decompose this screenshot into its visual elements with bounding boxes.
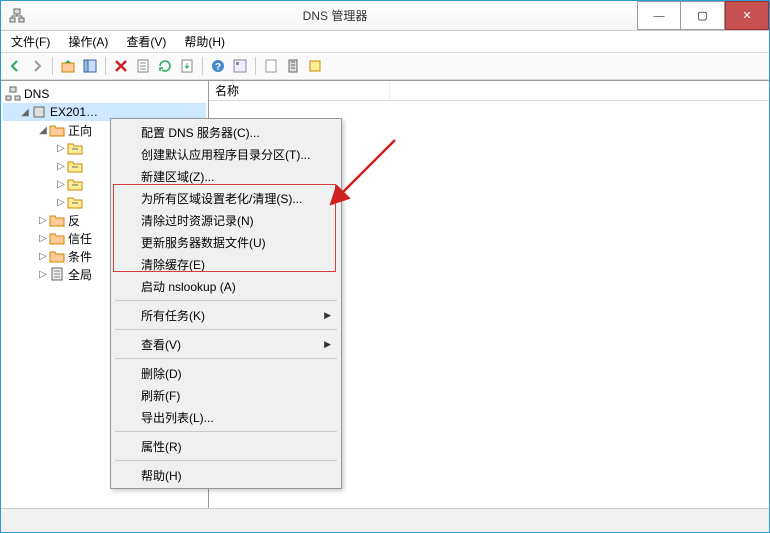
action1-button[interactable]	[261, 56, 281, 76]
maximize-button[interactable]: ▢	[681, 1, 725, 30]
ctx-start-nslookup[interactable]: 启动 nslookup (A)	[113, 275, 339, 297]
server-icon	[31, 104, 47, 120]
separator	[115, 358, 337, 359]
back-button[interactable]	[5, 56, 25, 76]
tree-root-dns[interactable]: DNS	[3, 85, 206, 103]
separator	[202, 57, 203, 75]
window-title: DNS 管理器	[33, 7, 637, 24]
expander-icon[interactable]: ▷	[55, 161, 67, 172]
svg-text:?: ?	[215, 62, 221, 73]
app-window: DNS 管理器 — ▢ ✕ 文件(F) 操作(A) 查看(V) 帮助(H) ?	[0, 0, 770, 533]
folder-icon	[49, 230, 65, 246]
status-bar	[1, 508, 769, 532]
filter-button[interactable]	[230, 56, 250, 76]
ctx-properties[interactable]: 属性(R)	[113, 435, 339, 457]
submenu-arrow-icon: ▶	[324, 310, 331, 321]
folder-icon	[49, 212, 65, 228]
ctx-update-server-data[interactable]: 更新服务器数据文件(U)	[113, 231, 339, 253]
tree-root-label: DNS	[24, 87, 49, 101]
zone-icon	[67, 194, 83, 210]
ctx-view-label: 查看(V)	[141, 336, 181, 353]
minimize-button[interactable]: —	[637, 1, 681, 30]
tree-server-label: EX201…	[50, 105, 98, 119]
tree-cond-label: 条件	[68, 248, 92, 265]
ctx-configure-dns[interactable]: 配置 DNS 服务器(C)...	[113, 121, 339, 143]
dns-app-icon	[9, 8, 25, 24]
separator	[105, 57, 106, 75]
toolbar: ?	[1, 53, 769, 80]
zone-icon	[67, 140, 83, 156]
ctx-export[interactable]: 导出列表(L)...	[113, 406, 339, 428]
expander-icon[interactable]: ◢	[19, 107, 31, 118]
expander-icon[interactable]: ▷	[55, 197, 67, 208]
close-button[interactable]: ✕	[725, 1, 769, 30]
ctx-clear-stale[interactable]: 清除过时资源记录(N)	[113, 209, 339, 231]
expander-icon[interactable]: ▷	[37, 233, 49, 244]
log-icon	[49, 266, 65, 282]
ctx-all-tasks-label: 所有任务(K)	[141, 307, 205, 324]
folder-icon	[49, 248, 65, 264]
export-button[interactable]	[177, 56, 197, 76]
forward-button[interactable]	[27, 56, 47, 76]
tree-fwd-label: 正向	[68, 122, 92, 139]
separator	[115, 431, 337, 432]
expander-icon[interactable]: ▷	[37, 251, 49, 262]
separator	[115, 460, 337, 461]
show-hide-button[interactable]	[80, 56, 100, 76]
refresh-button[interactable]	[155, 56, 175, 76]
delete-button[interactable]	[111, 56, 131, 76]
properties-button[interactable]	[133, 56, 153, 76]
titlebar: DNS 管理器 — ▢ ✕	[1, 1, 769, 31]
separator	[115, 329, 337, 330]
separator	[255, 57, 256, 75]
menu-view[interactable]: 查看(V)	[122, 31, 170, 52]
zone-icon	[67, 176, 83, 192]
menu-bar: 文件(F) 操作(A) 查看(V) 帮助(H)	[1, 31, 769, 53]
window-buttons: — ▢ ✕	[637, 1, 769, 30]
ctx-all-tasks[interactable]: 所有任务(K) ▶	[113, 304, 339, 326]
ctx-clear-cache[interactable]: 清除缓存(E)	[113, 253, 339, 275]
separator	[115, 300, 337, 301]
context-menu: 配置 DNS 服务器(C)... 创建默认应用程序目录分区(T)... 新建区域…	[110, 118, 342, 489]
ctx-view[interactable]: 查看(V) ▶	[113, 333, 339, 355]
submenu-arrow-icon: ▶	[324, 339, 331, 350]
ctx-delete[interactable]: 删除(D)	[113, 362, 339, 384]
tree-global-label: 全局	[68, 266, 92, 283]
expander-icon[interactable]: ▷	[55, 179, 67, 190]
folder-icon	[49, 122, 65, 138]
column-header[interactable]: 名称	[209, 81, 769, 101]
expander-icon[interactable]: ▷	[55, 143, 67, 154]
ctx-help[interactable]: 帮助(H)	[113, 464, 339, 486]
dns-root-icon	[5, 86, 21, 102]
expander-icon[interactable]: ◢	[37, 125, 49, 136]
menu-file[interactable]: 文件(F)	[7, 31, 54, 52]
menu-help[interactable]: 帮助(H)	[180, 31, 229, 52]
ctx-refresh[interactable]: 刷新(F)	[113, 384, 339, 406]
tree-rev-label: 反	[68, 212, 80, 229]
up-button[interactable]	[58, 56, 78, 76]
action2-button[interactable]	[283, 56, 303, 76]
ctx-create-default-partition[interactable]: 创建默认应用程序目录分区(T)...	[113, 143, 339, 165]
menu-action[interactable]: 操作(A)	[64, 31, 112, 52]
tree-trust-label: 信任	[68, 230, 92, 247]
zone-icon	[67, 158, 83, 174]
column-name: 名称	[215, 82, 390, 99]
ctx-set-aging[interactable]: 为所有区域设置老化/清理(S)...	[113, 187, 339, 209]
expander-icon[interactable]: ▷	[37, 215, 49, 226]
expander-icon[interactable]: ▷	[37, 269, 49, 280]
action3-button[interactable]	[305, 56, 325, 76]
help-button[interactable]: ?	[208, 56, 228, 76]
ctx-new-zone[interactable]: 新建区域(Z)...	[113, 165, 339, 187]
separator	[52, 57, 53, 75]
